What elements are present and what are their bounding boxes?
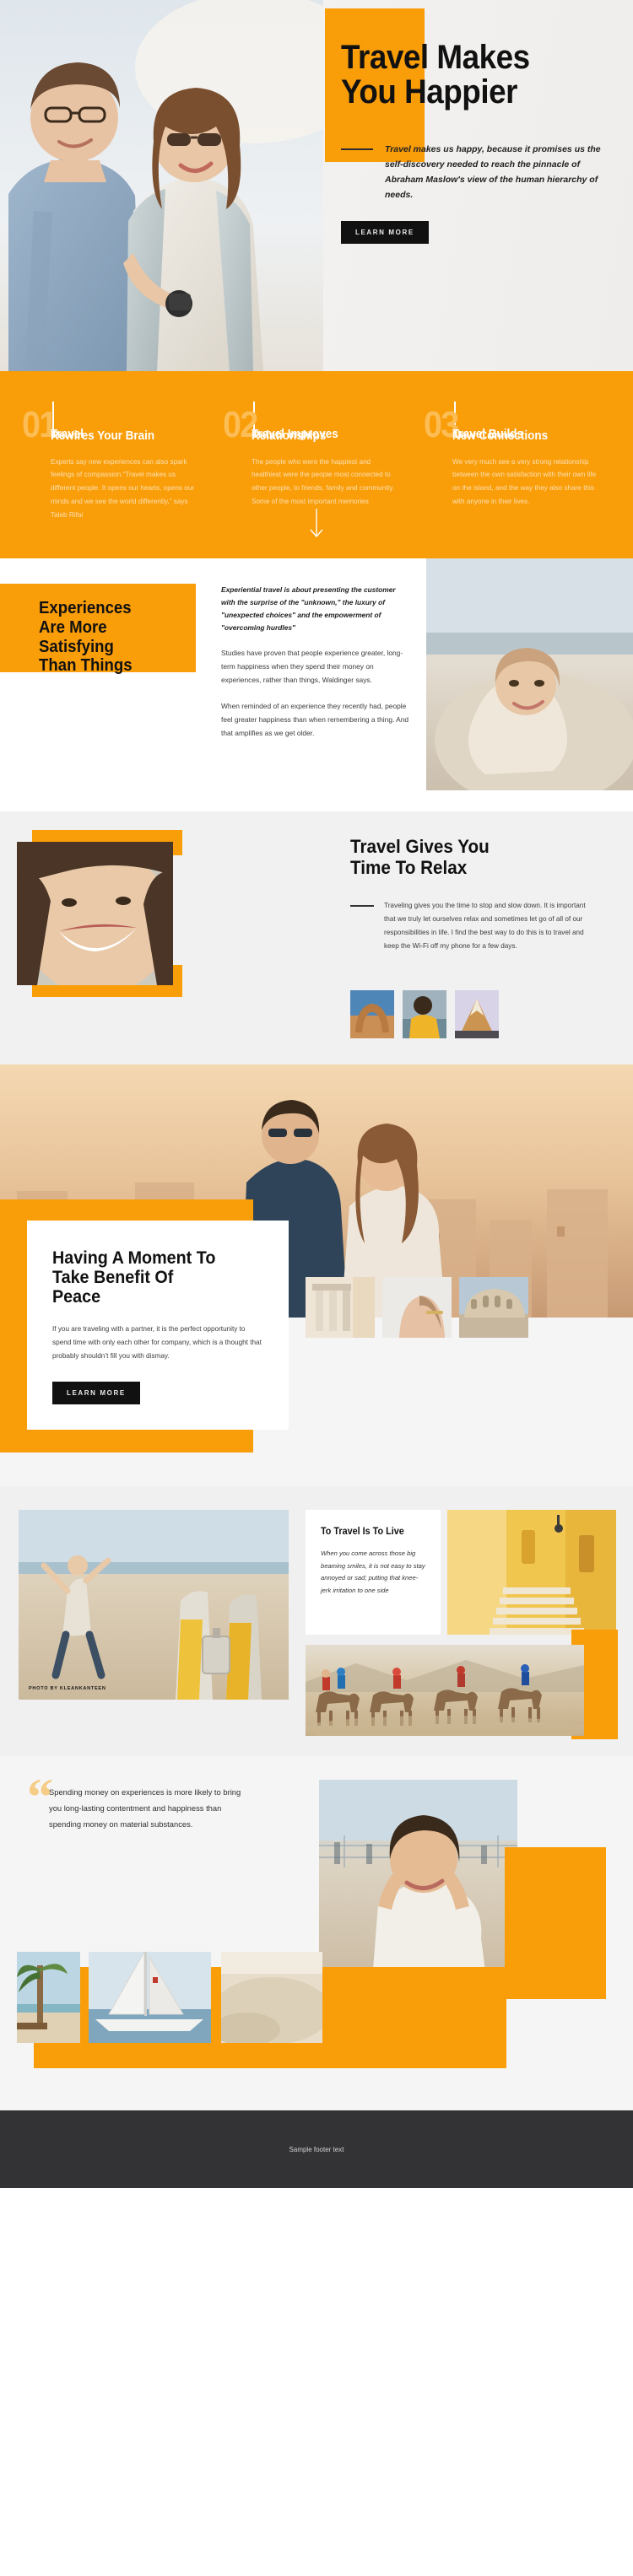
peace-title-line2: Take Benefit Of: [52, 1268, 174, 1288]
relax-smiling-woman-photo: [17, 842, 173, 986]
relax-body-text: Traveling gives you the time to stop and…: [384, 902, 586, 951]
live-quote-card: To Travel Is To Live When you come acros…: [306, 1510, 441, 1636]
hero-section: Travel Makes You Happier Travel makes us…: [0, 0, 633, 371]
thumbnail-sand-texture[interactable]: [221, 1952, 322, 2044]
peace-body-text: If you are traveling with a partner, it …: [52, 1325, 262, 1360]
quote-accent-right: [505, 1847, 606, 2000]
benefit-column-03: 03 Travel Builds New Connections We very…: [424, 401, 603, 521]
thumbnail-woman-hair[interactable]: [382, 1277, 452, 1339]
experiences-title-line2: Are More: [39, 618, 107, 637]
hero-learn-more-button[interactable]: LEARN MORE: [341, 220, 429, 244]
photo-credit: PHOTO BY KLEANKANTEEN: [29, 1686, 106, 1692]
live-title: To Travel Is To Live: [321, 1527, 404, 1538]
landing-page: Travel Makes You Happier Travel makes us…: [0, 0, 633, 2189]
hero-couple-photo: [0, 0, 323, 371]
peace-title: Having A Moment To Take Benefit Of Peace: [52, 1249, 251, 1307]
experiences-section: Experiences Are More Satisfying Than Thi…: [0, 558, 633, 812]
thumbnail-yellow-jacket-traveler[interactable]: [403, 990, 446, 1039]
relax-title: Travel Gives You Time To Relax: [350, 836, 604, 878]
relax-divider-rule: [350, 905, 374, 907]
live-beach-jump-photo: PHOTO BY KLEANKANTEEN: [19, 1510, 289, 1700]
peace-section: Having A Moment To Take Benefit Of Peace…: [0, 1064, 633, 1487]
peace-learn-more-button[interactable]: LEARN MORE: [52, 1381, 140, 1404]
thumbnail-sailboat[interactable]: [89, 1952, 211, 2044]
peace-title-line1: Having A Moment To: [52, 1248, 216, 1269]
live-yellow-street-photo: [447, 1510, 616, 1636]
hero-title-line1: Travel Makes: [341, 39, 530, 76]
peace-title-line3: Peace: [52, 1287, 101, 1307]
benefit-body: We very much see a very strong relations…: [452, 457, 597, 505]
thumbnail-mountain-peak[interactable]: [455, 990, 499, 1039]
hero-title-line2: You Happier: [341, 73, 517, 110]
relax-title-line1: Travel Gives You: [350, 836, 490, 858]
relax-thumbnail-strip: [350, 990, 499, 1039]
benefits-section: 01 Travel Rewires Your Brain Experts say…: [0, 371, 633, 559]
live-section: PHOTO BY KLEANKANTEEN To Travel Is To Li…: [0, 1486, 633, 1757]
experiences-text-block: Experiential travel is about presenting …: [221, 584, 411, 741]
footer-text: Sample footer text: [289, 2145, 344, 2153]
thumbnail-colosseum[interactable]: [459, 1277, 528, 1339]
thumbnail-palm-beach[interactable]: [17, 1952, 80, 2044]
page-footer: Sample footer text: [0, 2110, 633, 2189]
benefit-title-line2: New Connections: [452, 429, 549, 444]
experiences-title: Experiences Are More Satisfying Than Thi…: [39, 599, 208, 675]
experiences-paragraph-2: When reminded of an experience they rece…: [221, 702, 409, 738]
benefit-column-02: 02 Travel Improves Relationships The peo…: [223, 401, 402, 521]
experiences-title-line1: Experiences: [39, 599, 132, 618]
relax-title-line2: Time To Relax: [350, 856, 468, 878]
experiences-title-line3: Satisfying: [39, 637, 114, 656]
quote-beach-volleyball-photo: [319, 1780, 517, 1991]
scroll-down-arrow-icon[interactable]: [308, 507, 325, 545]
peace-thumbnail-strip: [306, 1277, 528, 1339]
experiences-title-line4: Than Things: [39, 656, 133, 676]
peace-card: Having A Moment To Take Benefit Of Peace…: [27, 1221, 289, 1430]
benefit-body: Experts say new experiences can also spa…: [51, 457, 195, 519]
quote-text: Spending money on experiences is more li…: [49, 1787, 241, 1830]
benefit-title-line2: Rewires Your Brain: [51, 429, 155, 444]
hero-subtitle: Travel makes us happy, because it promis…: [385, 143, 601, 200]
experiences-lead-paragraph: Experiential travel is about presenting …: [221, 585, 396, 633]
relax-section: Travel Gives You Time To Relax Traveling…: [0, 811, 633, 1065]
thumbnail-desert-arch[interactable]: [350, 990, 394, 1039]
thumbnail-roman-columns[interactable]: [306, 1277, 375, 1339]
benefit-column-01: 01 Travel Rewires Your Brain Experts say…: [22, 401, 201, 521]
live-camel-caravan-photo: [306, 1645, 584, 1737]
live-quote-text: When you come across those big beaming s…: [321, 1549, 425, 1594]
benefit-body: The people who were the happiest and hea…: [252, 457, 395, 505]
benefit-title-line2: Relationships: [252, 429, 327, 444]
experiences-beach-photo: [426, 558, 633, 791]
quote-section: “ Spending money on experiences is more …: [0, 1756, 633, 2111]
experiences-paragraph-1: Studies have proven that people experien…: [221, 649, 403, 685]
hero-text-block: Travel Makes You Happier Travel makes us…: [341, 40, 619, 244]
hero-divider-rule: [341, 148, 373, 150]
